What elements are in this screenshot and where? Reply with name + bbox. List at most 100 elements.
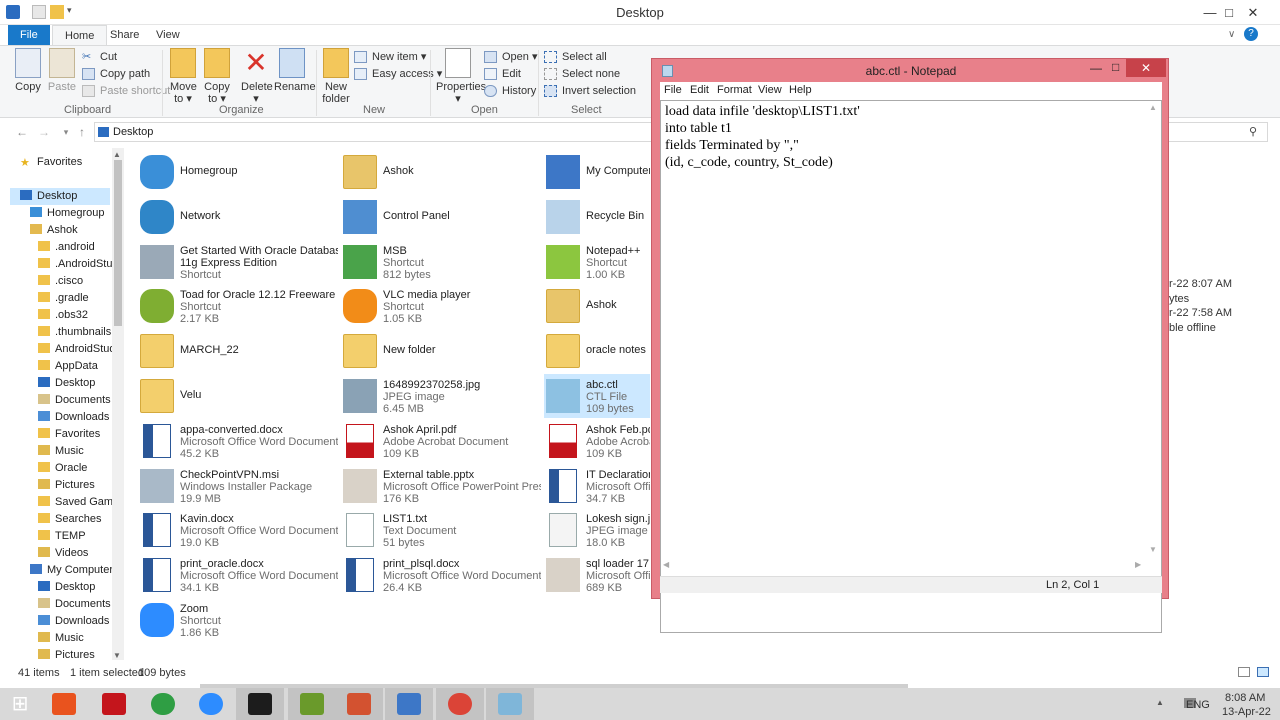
- file-item[interactable]: IT Declaration Microsoft Offic 34.7 KB: [544, 464, 650, 508]
- file-item[interactable]: abc.ctl CTL File 109 bytes: [544, 374, 650, 418]
- zoom-icon[interactable]: [187, 688, 235, 720]
- nav-item[interactable]: AppData: [38, 358, 112, 375]
- explorer-icon[interactable]: [385, 688, 433, 720]
- rename-button[interactable]: Rename: [274, 48, 316, 93]
- open-button[interactable]: Open ▾: [484, 49, 538, 65]
- cut-button[interactable]: ✂ Cut: [82, 49, 117, 65]
- nav-item[interactable]: Desktop: [38, 579, 112, 596]
- nav-item[interactable]: Ashok: [30, 222, 112, 239]
- notepad-menu-edit[interactable]: Edit: [690, 84, 709, 96]
- file-item[interactable]: LIST1.txt Text Document 51 bytes: [341, 508, 541, 552]
- nav-item[interactable]: Downloads: [38, 409, 112, 426]
- nav-item[interactable]: Pictures: [38, 647, 112, 660]
- chrome-icon[interactable]: [436, 688, 484, 720]
- notepad-icon[interactable]: [486, 688, 534, 720]
- scroll-down-icon[interactable]: ▼: [1149, 545, 1157, 554]
- file-item[interactable]: Velu: [138, 374, 338, 418]
- file-item[interactable]: CheckPointVPN.msi Windows Installer Packa…: [138, 464, 338, 508]
- delete-button[interactable]: ✕ Delete ▾: [241, 48, 273, 106]
- nav-item[interactable]: Documents: [38, 596, 112, 613]
- recent-locations-chevron-icon[interactable]: ▾: [58, 124, 74, 140]
- nav-item[interactable]: Desktop: [10, 188, 110, 205]
- language-indicator[interactable]: ENG: [1186, 699, 1210, 711]
- properties-button[interactable]: Properties ▾: [436, 48, 486, 105]
- tray-chevron-icon[interactable]: ▲: [1156, 698, 1164, 707]
- help-icon[interactable]: ?: [1244, 27, 1258, 41]
- file-item[interactable]: Ashok Feb.pdf Adobe Acroba 109 KB: [544, 419, 650, 463]
- nav-scrollbar-thumb[interactable]: [114, 160, 122, 326]
- copy-path-button[interactable]: Copy path: [82, 66, 150, 82]
- file-item[interactable]: Ashok: [544, 284, 650, 328]
- scroll-up-icon[interactable]: ▲: [113, 150, 121, 159]
- file-item[interactable]: Homegroup: [138, 150, 338, 194]
- paste-shortcut-button[interactable]: Paste shortcut: [82, 83, 170, 99]
- file-item[interactable]: 1648992370258.jpg JPEG image 6.45 MB: [341, 374, 541, 418]
- search-input[interactable]: ⚲: [1160, 122, 1268, 142]
- notepad-text-area[interactable]: load data infile 'desktop\LIST1.txt' int…: [660, 100, 1162, 633]
- copy-to-button[interactable]: Copy to ▾: [204, 48, 230, 105]
- large-icons-view-icon[interactable]: [1257, 667, 1269, 677]
- file-item[interactable]: Lokesh sign.jpgJPEG image18.0 KB: [544, 508, 650, 552]
- file-item[interactable]: Control Panel: [341, 195, 541, 239]
- new-item-button[interactable]: New item ▾: [354, 49, 426, 65]
- clock-date[interactable]: 13-Apr-22: [1222, 706, 1271, 718]
- file-item[interactable]: oracle notes: [544, 329, 650, 373]
- scroll-down-icon[interactable]: ▼: [113, 651, 121, 660]
- nav-item[interactable]: Favorites: [38, 426, 112, 443]
- nav-item[interactable]: Desktop: [38, 375, 112, 392]
- notepad-menu-format[interactable]: Format: [717, 84, 752, 96]
- nav-item[interactable]: Documents: [38, 392, 112, 409]
- clock-time[interactable]: 8:08 AM: [1225, 692, 1265, 704]
- tab-view[interactable]: View: [144, 25, 192, 45]
- notepad-menu-file[interactable]: File: [664, 84, 682, 96]
- nav-item[interactable]: .obs32: [38, 307, 112, 324]
- invert-selection-button[interactable]: Invert selection: [544, 83, 636, 99]
- toad-icon[interactable]: [288, 688, 336, 720]
- nav-item[interactable]: Searches: [38, 511, 112, 528]
- nav-item[interactable]: Saved Games: [38, 494, 124, 511]
- nav-item[interactable]: Oracle: [38, 460, 112, 477]
- file-item[interactable]: VLC media player Shortcut 1.05 KB: [341, 284, 541, 328]
- nav-item[interactable]: Music: [38, 443, 112, 460]
- file-item[interactable]: sql loader 17.pMicrosoft Offic689 KB: [544, 553, 650, 597]
- nav-item[interactable]: AndroidStudi: [38, 341, 118, 358]
- notepad-window[interactable]: abc.ctl - Notepad — □ ✕ File Edit Format…: [651, 58, 1169, 633]
- nav-item[interactable]: ★ Favorites: [20, 154, 112, 171]
- file-item[interactable]: New folder: [341, 329, 541, 373]
- history-button[interactable]: History: [484, 83, 536, 99]
- notepad-maximize-button[interactable]: □: [1112, 60, 1119, 74]
- close-button[interactable]: ✕: [1230, 0, 1276, 25]
- file-item[interactable]: Recycle Bin: [544, 195, 650, 239]
- scroll-left-icon[interactable]: ◀: [663, 560, 669, 569]
- move-to-button[interactable]: Move to ▾: [170, 48, 197, 105]
- up-arrow-icon[interactable]: ↑: [74, 124, 90, 140]
- file-item[interactable]: Ashok April.pdf Adobe Acrobat Document 109…: [341, 419, 541, 463]
- acrobat-icon[interactable]: [90, 688, 138, 720]
- select-all-button[interactable]: Select all: [544, 49, 607, 65]
- scroll-right-icon[interactable]: ▶: [1135, 560, 1141, 569]
- paste-button[interactable]: Paste: [47, 48, 77, 93]
- new-folder-button[interactable]: New folder: [322, 48, 350, 105]
- details-view-icon[interactable]: [1238, 667, 1250, 677]
- notepad-menu-view[interactable]: View: [758, 84, 782, 96]
- nav-item[interactable]: .AndroidStud: [38, 256, 119, 273]
- notepad-close-button[interactable]: ✕: [1126, 59, 1166, 77]
- file-item[interactable]: Toad for Oracle 12.12 Freeware Shortcut 2.…: [138, 284, 338, 328]
- cmd-icon[interactable]: [236, 688, 284, 720]
- file-item[interactable]: Notepad++ Shortcut 1.00 KB: [544, 240, 650, 284]
- edit-button[interactable]: Edit: [484, 66, 521, 82]
- nav-item[interactable]: Downloads: [38, 613, 112, 630]
- scroll-up-icon[interactable]: ▲: [1149, 103, 1157, 112]
- file-item[interactable]: External table.pptx Microsoft Office Powe…: [341, 464, 541, 508]
- nav-item[interactable]: .cisco: [38, 273, 112, 290]
- nav-item[interactable]: Homegroup: [30, 205, 112, 222]
- select-none-button[interactable]: Select none: [544, 66, 620, 82]
- mi-app-icon[interactable]: [40, 688, 88, 720]
- file-item[interactable]: Zoom Shortcut 1.86 KB: [138, 598, 338, 642]
- notepad-minimize-button[interactable]: —: [1090, 61, 1102, 75]
- nav-item[interactable]: .thumbnails: [38, 324, 112, 341]
- file-item[interactable]: Network: [138, 195, 338, 239]
- powerpoint-icon[interactable]: [335, 688, 383, 720]
- chrome-icon[interactable]: [139, 688, 187, 720]
- file-item[interactable]: appa-converted.docx Microsoft Office Word…: [138, 419, 338, 463]
